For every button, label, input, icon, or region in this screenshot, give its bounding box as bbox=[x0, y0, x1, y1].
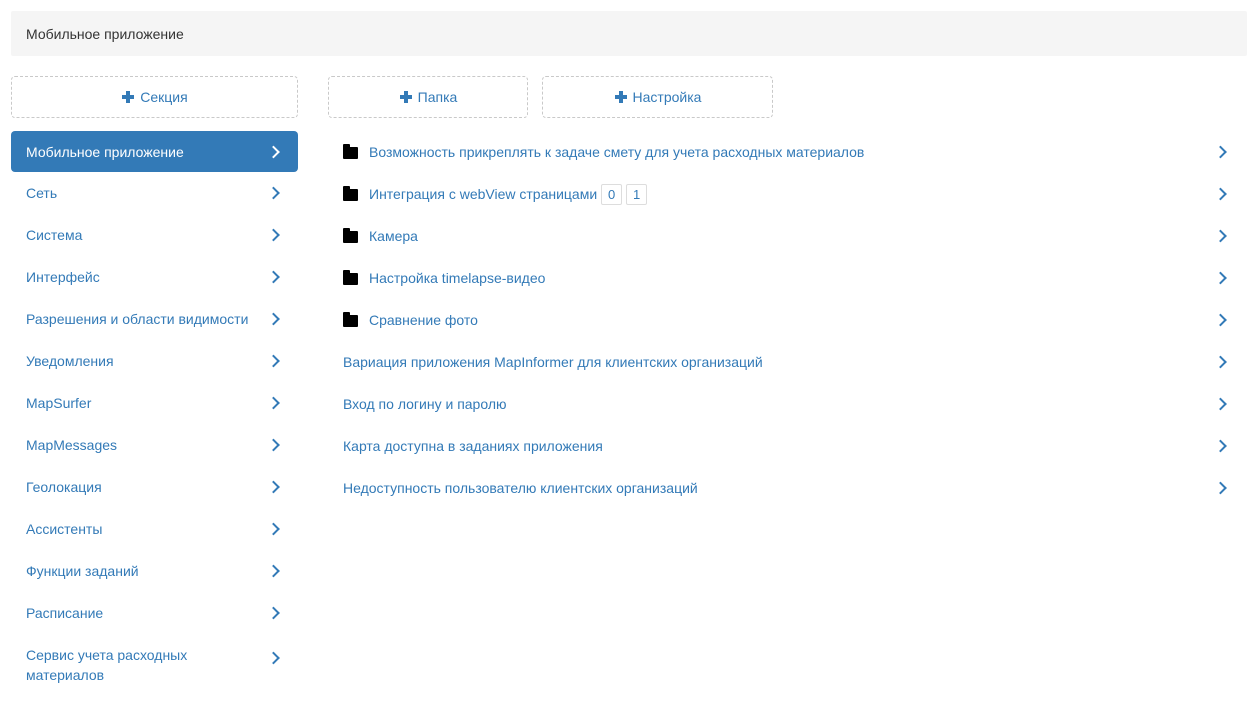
sidebar-item-label: MapMessages bbox=[26, 437, 118, 453]
sidebar-item-label: Сеть bbox=[26, 185, 58, 201]
folder-label: Камера bbox=[369, 228, 418, 244]
setting-label: Вход по логину и паролю bbox=[343, 396, 507, 412]
chevron-right-icon bbox=[1214, 229, 1227, 243]
folder-row[interactable]: Сравнение фото bbox=[328, 299, 1247, 341]
sidebar-item-interface[interactable]: Интерфейс bbox=[11, 256, 298, 298]
setting-label: Карта доступна в заданиях приложения bbox=[343, 438, 603, 454]
folder-icon bbox=[343, 311, 358, 327]
sidebar-item-label: MapSurfer bbox=[26, 395, 92, 411]
sidebar-item-label: Система bbox=[26, 227, 83, 243]
folder-row[interactable]: Возможность прикреплять к задаче смету д… bbox=[328, 131, 1247, 173]
folder-label: Интеграция с webView страницами bbox=[369, 186, 598, 202]
chevron-right-icon bbox=[1214, 397, 1227, 411]
folder-row[interactable]: Интеграция с webView страницами 0 1 bbox=[328, 173, 1247, 215]
chevron-right-icon bbox=[267, 354, 280, 368]
sidebar-item-label: Ассистенты bbox=[26, 521, 103, 537]
folder-label: Сравнение фото bbox=[369, 312, 478, 328]
folder-icon bbox=[343, 185, 358, 201]
plus-icon bbox=[614, 90, 628, 104]
setting-label: Недоступность пользователю клиентских ор… bbox=[343, 480, 698, 496]
add-folder-button[interactable]: Папка bbox=[328, 76, 528, 118]
count-badge: 0 bbox=[601, 183, 623, 205]
sidebar-item-label: Интерфейс bbox=[26, 269, 100, 285]
chevron-right-icon bbox=[267, 228, 280, 242]
folder-row[interactable]: Камера bbox=[328, 215, 1247, 257]
sidebar-item-network[interactable]: Сеть bbox=[11, 172, 298, 214]
setting-row[interactable]: Вход по логину и паролю bbox=[328, 383, 1247, 425]
sidebar-item-task-functions[interactable]: Функции заданий bbox=[11, 550, 298, 592]
sidebar-item-label: Сервис учета расходных материалов bbox=[26, 647, 188, 683]
sidebar-item-mobile-app[interactable]: Мобильное приложение bbox=[11, 131, 298, 172]
chevron-right-icon bbox=[267, 312, 280, 326]
sidebar-item-system[interactable]: Система bbox=[11, 214, 298, 256]
sidebar-item-assistants[interactable]: Ассистенты bbox=[11, 508, 298, 550]
add-section-button[interactable]: Секция bbox=[11, 76, 298, 118]
chevron-right-icon bbox=[267, 438, 280, 452]
setting-row[interactable]: Вариация приложения MapInformer для клие… bbox=[328, 341, 1247, 383]
folder-icon bbox=[343, 143, 358, 159]
count-badge: 1 bbox=[626, 183, 648, 205]
sidebar-item-label: Функции заданий bbox=[26, 563, 139, 579]
chevron-right-icon bbox=[1214, 313, 1227, 327]
setting-label: Вариация приложения MapInformer для клие… bbox=[343, 354, 763, 370]
chevron-right-icon bbox=[267, 480, 280, 494]
chevron-right-icon bbox=[1214, 439, 1227, 453]
sidebar-item-label: Разрешения и области видимости bbox=[26, 311, 249, 327]
page-header: Мобильное приложение bbox=[11, 11, 1247, 56]
chevron-right-icon bbox=[1214, 481, 1227, 495]
sidebar-item-label: Мобильное приложение bbox=[26, 143, 184, 160]
add-setting-button[interactable]: Настройка bbox=[542, 76, 773, 118]
add-setting-label: Настройка bbox=[632, 89, 702, 105]
chevron-right-icon bbox=[267, 564, 280, 578]
folder-icon bbox=[343, 227, 358, 243]
setting-row[interactable]: Карта доступна в заданиях приложения bbox=[328, 425, 1247, 467]
chevron-right-icon bbox=[267, 651, 280, 665]
section-content: Возможность прикреплять к задаче смету д… bbox=[328, 131, 1247, 509]
chevron-right-icon bbox=[267, 270, 280, 284]
chevron-right-icon bbox=[1214, 187, 1227, 201]
chevron-right-icon bbox=[1214, 145, 1227, 159]
sidebar-item-geolocation[interactable]: Геолокация bbox=[11, 466, 298, 508]
sidebar-item-notifications[interactable]: Уведомления bbox=[11, 340, 298, 382]
sidebar-item-mapsurfer[interactable]: MapSurfer bbox=[11, 382, 298, 424]
sidebar-item-label: Геолокация bbox=[26, 479, 102, 495]
chevron-right-icon bbox=[1214, 355, 1227, 369]
chevron-right-icon bbox=[267, 145, 280, 158]
page-title: Мобильное приложение bbox=[26, 25, 184, 42]
sidebar-item-label: Расписание bbox=[26, 605, 104, 621]
chevron-right-icon bbox=[267, 396, 280, 410]
plus-icon bbox=[121, 90, 135, 104]
sidebar-item-mapmessages[interactable]: MapMessages bbox=[11, 424, 298, 466]
folder-label: Настройка timelapse-видео bbox=[369, 270, 546, 286]
plus-icon bbox=[399, 90, 413, 104]
folder-label: Возможность прикреплять к задаче смету д… bbox=[369, 144, 865, 160]
setting-row[interactable]: Недоступность пользователю клиентских ор… bbox=[328, 467, 1247, 509]
add-section-label: Секция bbox=[140, 89, 188, 105]
add-folder-label: Папка bbox=[417, 89, 458, 105]
sidebar-item-permissions[interactable]: Разрешения и области видимости bbox=[11, 298, 298, 340]
folder-icon bbox=[343, 269, 358, 285]
chevron-right-icon bbox=[1214, 271, 1227, 285]
chevron-right-icon bbox=[267, 186, 280, 200]
sidebar-item-schedule[interactable]: Расписание bbox=[11, 592, 298, 634]
sidebar-item-consumables-service[interactable]: Сервис учета расходных материалов bbox=[11, 634, 298, 696]
section-sidebar: Мобильное приложение Сеть Система Интерф… bbox=[11, 131, 298, 696]
sidebar-item-label: Уведомления bbox=[26, 353, 114, 369]
folder-row[interactable]: Настройка timelapse-видео bbox=[328, 257, 1247, 299]
chevron-right-icon bbox=[267, 522, 280, 536]
chevron-right-icon bbox=[267, 606, 280, 620]
